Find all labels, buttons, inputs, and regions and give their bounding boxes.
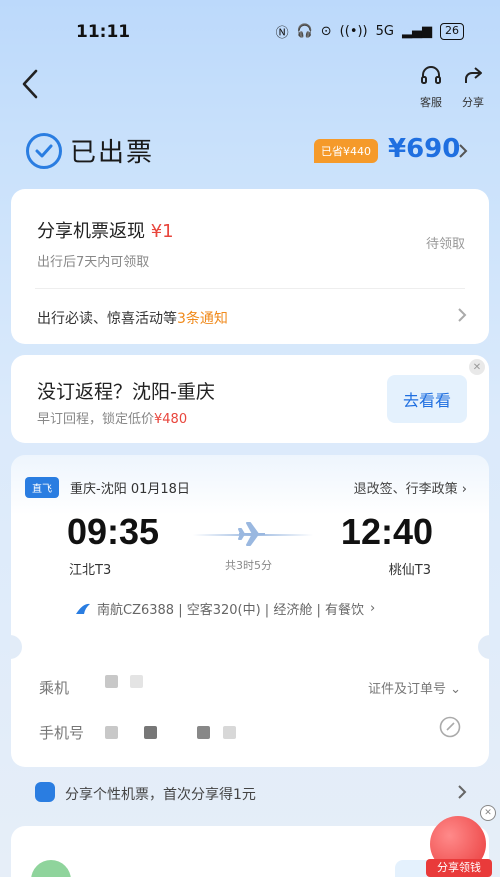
cashback-card: 分享机票返现 ¥1 出行后7天内可领取 待领取 出行必读、惊喜活动等3条通知 [11, 189, 489, 344]
close-icon[interactable]: ✕ [469, 359, 485, 375]
phone-label: 手机号 [39, 724, 85, 742]
chevron-down-icon: ⌄ [450, 682, 461, 697]
redacted-phone [144, 726, 157, 739]
edit-icon[interactable] [439, 716, 461, 738]
documents-order-link[interactable]: 证件及订单号 ⌄ [368, 678, 461, 697]
passenger-label: 乘机 [39, 679, 70, 697]
share-reward-label: 分享领钱 [426, 859, 492, 877]
nfc-icon: Ⓝ [275, 26, 289, 41]
cashback-title-text: 分享机票返现 [37, 221, 145, 242]
return-trip-card: 没订返程？沈阳-重庆 早订回程，锁定低价¥480 去看看 ✕ [11, 355, 489, 443]
route-date: 重庆-沈阳 01月18日 [70, 482, 190, 497]
flight-duration: 共3时5分 [225, 559, 272, 572]
flight-details: 南航CZ6388 | 空客320(中) | 经济舱 | 有餐饮 [97, 603, 364, 618]
divider [35, 288, 465, 289]
customer-service-button[interactable]: 客服 [409, 64, 453, 110]
cashback-amount: ¥1 [150, 221, 174, 242]
view-return-button[interactable]: 去看看 [387, 375, 467, 423]
policy-link[interactable]: 退改签、行李政策 › [354, 478, 467, 497]
departure-time: 09:35 [67, 511, 160, 552]
chevron-right-icon: › [461, 482, 467, 497]
ticket-status: 已出票 [26, 132, 154, 169]
notice-text: 出行必读、惊喜活动等 [37, 311, 177, 327]
cashback-subtitle: 出行后7天内可领取 [37, 255, 150, 270]
share-button[interactable]: 分享 [451, 64, 495, 110]
hotspot-icon: ((•)) [339, 24, 368, 39]
battery-icon: 26 [440, 23, 464, 40]
airline-logo-icon [76, 603, 90, 614]
status-bar: 11:11 Ⓝ 🎧 ⊙ ((•)) 5G ▂▄▆ 26 [0, 0, 500, 62]
ticket-price[interactable]: ¥690 [388, 134, 460, 164]
headset-service-icon [421, 66, 441, 84]
flight-card: 直飞 重庆-沈阳 01月18日 退改签、行李政策 › 09:35 12:40 共… [10, 455, 490, 767]
share-icon [465, 67, 482, 83]
redacted-phone [223, 726, 236, 739]
headset-icon: 🎧 [296, 24, 313, 39]
documents-order-text: 证件及订单号 [367, 682, 446, 697]
departure-airport: 江北T3 [69, 563, 112, 578]
savings-badge: 已省¥440 [314, 139, 378, 163]
flight-details-link[interactable]: 南航CZ6388 | 空客320(中) | 经济舱 | 有餐饮 › [75, 599, 375, 618]
redacted-phone [105, 726, 118, 739]
bottom-card [11, 826, 489, 877]
customer-service-label: 客服 [420, 96, 442, 109]
back-arrow-icon [22, 69, 38, 99]
ticket-notch [10, 635, 22, 659]
return-trip-subtitle-text: 早订回程，锁定低价 [37, 412, 155, 427]
cashback-title: 分享机票返现 ¥1 [37, 217, 174, 243]
claim-status[interactable]: 待领取 [426, 233, 465, 252]
arrival-time: 12:40 [340, 511, 433, 552]
share-ticket-bar[interactable]: 分享个性机票，首次分享得1元 [11, 772, 489, 814]
signal-icon: ▂▄▆ [402, 24, 432, 39]
hd-icon: ⊙ [320, 24, 332, 39]
ticket-notch [478, 635, 490, 659]
chevron-right-icon[interactable] [457, 307, 467, 323]
return-trip-price: ¥480 [154, 412, 188, 427]
chevron-right-icon [458, 785, 467, 799]
share-reward-float[interactable]: 分享领钱 [426, 812, 492, 877]
ticket-status-text: 已出票 [70, 138, 155, 168]
service-icon [31, 860, 71, 877]
redacted-name [105, 675, 118, 688]
price-chevron-icon[interactable] [458, 143, 468, 159]
share-ticket-text: 分享个性机票，首次分享得1元 [65, 787, 256, 803]
arrival-airport: 桃仙T3 [388, 563, 431, 578]
share-label: 分享 [462, 96, 484, 109]
return-trip-subtitle: 早订回程，锁定低价¥480 [37, 408, 187, 427]
travel-notices-link[interactable]: 出行必读、惊喜活动等3条通知 [37, 308, 228, 328]
redacted-name [130, 675, 143, 688]
status-time: 11:11 [76, 22, 131, 42]
return-trip-title: 没订返程？沈阳-重庆 [37, 381, 215, 403]
status-icons: Ⓝ 🎧 ⊙ ((•)) 5G ▂▄▆ 26 [276, 22, 464, 41]
redacted-phone [197, 726, 210, 739]
chevron-right-icon: › [369, 601, 376, 616]
check-icon [26, 132, 62, 169]
airplane-icon [238, 522, 265, 546]
notice-count: 3条通知 [177, 311, 228, 327]
direct-flight-tag: 直飞 [25, 477, 59, 498]
share-ticket-icon [35, 782, 55, 802]
network-label: 5G [375, 24, 394, 39]
close-icon[interactable]: ✕ [480, 805, 496, 821]
policy-link-text: 退改签、行李政策 [353, 482, 458, 497]
back-button[interactable] [20, 68, 44, 102]
